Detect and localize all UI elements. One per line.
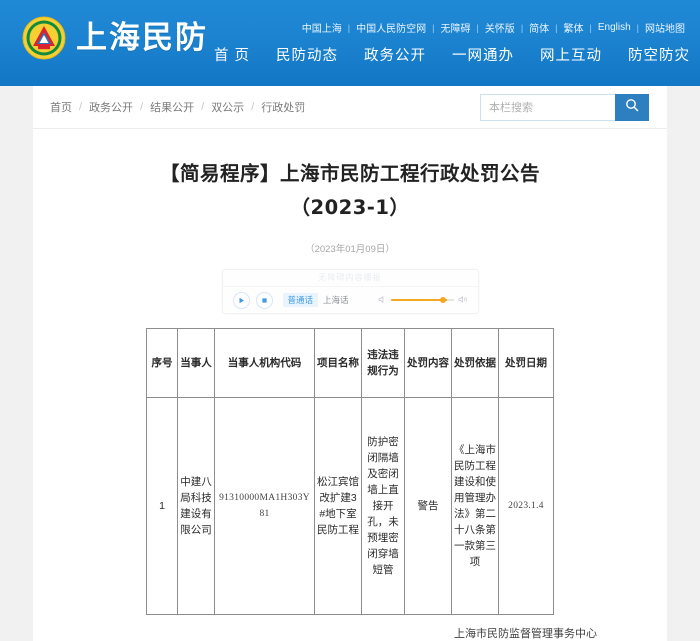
brand-name: 上海民防: [76, 19, 208, 56]
nav-item-online-interaction[interactable]: 网上互动: [540, 44, 602, 65]
top-link-separator: |: [347, 22, 351, 33]
col-header-penalty-date: 处罚日期: [498, 328, 554, 398]
cell-project-name: 松江宾馆改扩建3#地下室民防工程: [314, 397, 362, 615]
volume-high-icon[interactable]: [457, 291, 468, 309]
table-header-row: 序号 当事人 当事人机构代码 项目名称 违法违规行为 处罚内容 处罚依据 处罚日…: [146, 328, 554, 398]
language-tab-shanghainese[interactable]: 上海话: [318, 293, 354, 307]
top-link-separator: |: [589, 22, 592, 33]
penalty-table: 序号 当事人 当事人机构代码 项目名称 违法违规行为 处罚内容 处罚依据 处罚日…: [146, 328, 554, 615]
audio-player-controls: 普通话 上海话: [223, 287, 478, 313]
volume-slider-remainder: [446, 299, 454, 301]
search-icon: [625, 98, 639, 117]
cell-index: 1: [146, 397, 178, 615]
page-title-line2: （2023-1）: [290, 196, 410, 219]
breadcrumb-separator: /: [201, 101, 205, 113]
site-header: 上海民防 中国上海 | 中国人民防空网 | 无障碍 | 关怀版 | 简体 | 繁…: [0, 0, 700, 86]
nav-item-air-defense[interactable]: 防空防灾: [628, 44, 690, 65]
nav-item-home[interactable]: 首 页: [214, 44, 250, 65]
search-box: [480, 94, 649, 121]
breadcrumb-bar: 首页 / 政务公开 / 结果公开 / 双公示 / 行政处罚: [33, 86, 667, 129]
top-link-separator: |: [476, 22, 479, 33]
issuing-authority: 上海市民防监督管理事务中心: [454, 628, 597, 640]
col-header-penalty-content: 处罚内容: [404, 328, 452, 398]
cell-org-code: 91310000MA1H303Y81: [214, 397, 315, 615]
col-header-penalty-basis: 处罚依据: [451, 328, 499, 398]
col-header-party: 当事人: [177, 328, 215, 398]
play-button[interactable]: [232, 291, 250, 309]
cell-violation: 防护密闭隔墙及密闭墙上直接开孔，未预埋密闭穿墙短管: [361, 397, 405, 615]
cell-penalty-basis: 《上海市民防工程建设和使用管理办法》第二十八条第一款第三项: [451, 397, 499, 615]
top-link-accessibility[interactable]: 无障碍: [439, 20, 471, 35]
volume-low-icon[interactable]: [378, 291, 387, 309]
breadcrumb-item-administrative-penalty[interactable]: 行政处罚: [261, 99, 305, 115]
top-link-sitemap[interactable]: 网站地图: [644, 20, 686, 35]
audio-player: 无障碍内容播报 普通话 上海话: [221, 269, 479, 314]
volume-slider-knob[interactable]: [439, 297, 446, 303]
breadcrumb-item-double-publicity[interactable]: 双公示: [211, 99, 244, 115]
page-title-line1: 【简易程序】上海市民防工程行政处罚公告: [159, 162, 540, 185]
breadcrumb-item-results-disclosure[interactable]: 结果公开: [150, 99, 194, 115]
breadcrumb-separator: /: [140, 101, 144, 113]
volume-control[interactable]: [378, 291, 468, 309]
breadcrumb-separator: /: [79, 101, 83, 113]
nav-item-government-affairs[interactable]: 政务公开: [364, 44, 426, 65]
col-header-project-name: 项目名称: [314, 328, 362, 398]
top-link-separator: |: [520, 22, 524, 33]
page-background: 首页 / 政务公开 / 结果公开 / 双公示 / 行政处罚 本栏搜索 【简易程序…: [0, 86, 700, 641]
publish-date: （2023年01月09日）: [305, 244, 395, 255]
civil-defense-emblem-icon: [22, 16, 66, 60]
stop-icon: [261, 291, 268, 309]
cell-penalty-content: 警告: [404, 397, 452, 615]
page-title: 【简易程序】上海市民防工程行政处罚公告 （2023-1）: [73, 157, 627, 225]
cell-party: 中建八局科技建设有限公司: [177, 397, 215, 615]
top-link-renmin-fangkongwang[interactable]: 中国人民防空网: [355, 20, 427, 35]
play-icon: [238, 291, 245, 309]
top-link-traditional[interactable]: 繁体: [563, 20, 585, 35]
top-link-zhongguoshanghai[interactable]: 中国上海: [301, 20, 343, 35]
search-input[interactable]: [480, 94, 615, 121]
cell-penalty-date: 2023.1.4: [498, 397, 554, 615]
volume-slider-track[interactable]: [390, 297, 454, 303]
audio-player-title: 无障碍内容播报: [222, 270, 478, 287]
top-link-separator: |: [432, 22, 435, 33]
breadcrumb-item-home[interactable]: 首页: [50, 99, 72, 115]
top-link-simplified[interactable]: 简体: [528, 20, 550, 35]
top-link-separator: |: [555, 22, 558, 33]
nav-item-one-net-service[interactable]: 一网通办: [452, 44, 514, 65]
col-header-violation: 违法违规行为: [361, 328, 405, 398]
breadcrumb-separator: /: [251, 101, 255, 113]
col-header-org-code: 当事人机构代码: [214, 328, 315, 398]
penalty-table-wrapper: 序号 当事人 当事人机构代码 项目名称 违法违规行为 处罚内容 处罚依据 处罚日…: [73, 328, 627, 615]
breadcrumb-item-government-affairs[interactable]: 政务公开: [89, 99, 133, 115]
nav-item-news[interactable]: 民防动态: [276, 44, 338, 65]
stop-button[interactable]: [255, 291, 273, 309]
site-brand[interactable]: 上海民防: [22, 16, 208, 60]
col-header-index: 序号: [146, 328, 178, 398]
table-row: 1 中建八局科技建设有限公司 91310000MA1H303Y81 松江宾馆改扩…: [146, 397, 554, 615]
breadcrumb: 首页 / 政务公开 / 结果公开 / 双公示 / 行政处罚: [50, 99, 305, 115]
top-link-separator: |: [636, 22, 639, 33]
main-navigation: 首 页 民防动态 政务公开 一网通办 网上互动 防空防灾: [214, 44, 690, 65]
article: 【简易程序】上海市民防工程行政处罚公告 （2023-1） （2023年01月09…: [33, 129, 667, 641]
language-tab-mandarin[interactable]: 普通话: [282, 293, 319, 307]
top-links: 中国上海 | 中国人民防空网 | 无障碍 | 关怀版 | 简体 | 繁体 | E…: [301, 20, 686, 35]
top-link-care-version[interactable]: 关怀版: [484, 20, 516, 35]
content-card: 首页 / 政务公开 / 结果公开 / 双公示 / 行政处罚 本栏搜索 【简易程序…: [33, 86, 667, 641]
top-link-english[interactable]: English: [597, 22, 632, 33]
search-button[interactable]: [615, 94, 649, 121]
language-tabs: 普通话 上海话: [282, 293, 354, 307]
